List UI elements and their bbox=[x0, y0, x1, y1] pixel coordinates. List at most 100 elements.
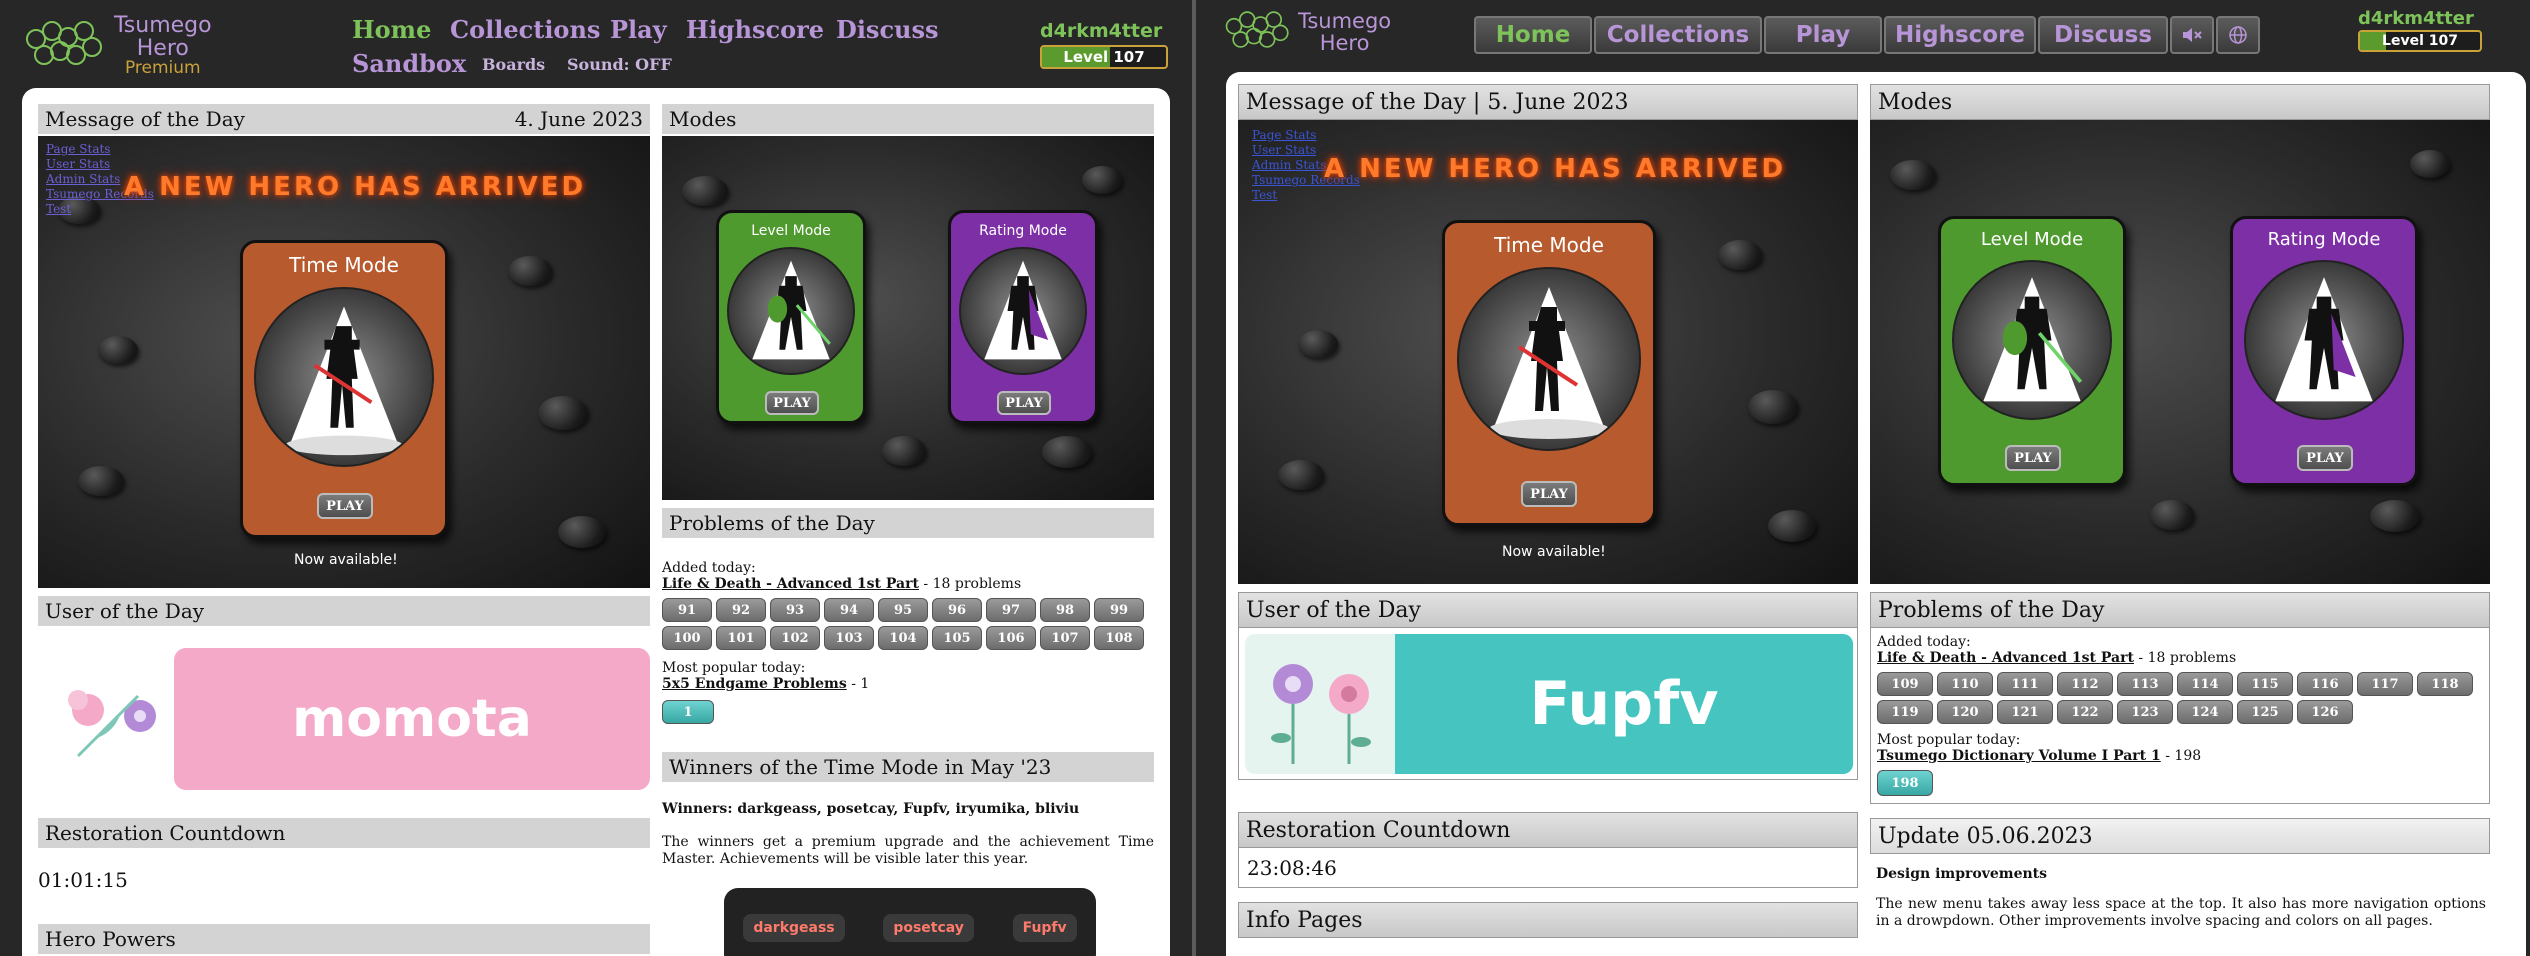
problem-button[interactable]: 125 bbox=[2237, 700, 2293, 724]
problem-button[interactable]: 122 bbox=[2057, 700, 2113, 724]
popular-collection-link[interactable]: Tsumego Dictionary Volume I Part 1 bbox=[1877, 748, 2161, 764]
winners-names: Winners: darkgeass, posetcay, Fupfv, iry… bbox=[662, 801, 1080, 817]
link-page-stats[interactable]: Page Stats bbox=[1252, 128, 1360, 143]
problem-button[interactable]: 113 bbox=[2117, 672, 2173, 696]
popular-problem-button[interactable]: 1 bbox=[662, 700, 714, 724]
username[interactable]: d4rkm4tter bbox=[2358, 8, 2474, 29]
winners-panel: Winners of the Time Mode in May '23 bbox=[662, 752, 1154, 782]
level-mode-play-button[interactable]: PLAY bbox=[2005, 445, 2061, 471]
problem-button[interactable]: 115 bbox=[2237, 672, 2293, 696]
problem-button[interactable]: 95 bbox=[878, 598, 928, 622]
rating-mode-play-button[interactable]: PLAY bbox=[2297, 445, 2353, 471]
problem-button[interactable]: 98 bbox=[1040, 598, 1090, 622]
problem-button[interactable]: 116 bbox=[2297, 672, 2353, 696]
nav-play[interactable]: Play bbox=[610, 15, 667, 44]
popular-problem-button[interactable]: 198 bbox=[1877, 770, 1933, 796]
restoration-countdown: 23:08:46 bbox=[1247, 856, 1337, 880]
user-of-day-name[interactable]: Fupfv bbox=[1395, 634, 1853, 774]
language-button[interactable] bbox=[2216, 16, 2260, 54]
problem-button[interactable]: 118 bbox=[2417, 672, 2473, 696]
problem-button[interactable]: 102 bbox=[770, 626, 820, 650]
level-mode-play-button[interactable]: PLAY bbox=[765, 391, 819, 415]
link-test[interactable]: Test bbox=[46, 202, 154, 217]
nav-collections[interactable]: Collections bbox=[450, 15, 600, 44]
problem-button[interactable]: 114 bbox=[2177, 672, 2233, 696]
rating-mode-card[interactable]: Rating Mode PLAY bbox=[948, 210, 1098, 424]
username[interactable]: d4rkm4tter bbox=[1040, 20, 1162, 42]
added-collection-link[interactable]: Life & Death - Advanced 1st Part bbox=[662, 576, 919, 592]
problem-button[interactable]: 103 bbox=[824, 626, 874, 650]
user-of-day-name[interactable]: momota bbox=[174, 648, 650, 790]
sound-toggle[interactable] bbox=[2170, 16, 2214, 54]
level-label: Level 107 bbox=[1063, 48, 1145, 66]
nav-highscore[interactable]: Highscore bbox=[686, 15, 824, 44]
problem-button[interactable]: 101 bbox=[716, 626, 766, 650]
rating-mode-play-button[interactable]: PLAY bbox=[997, 391, 1051, 415]
popular-collection-line: 5x5 Endgame Problems - 1 bbox=[662, 676, 869, 692]
update-header: Update 05.06.2023 bbox=[1870, 818, 2490, 854]
motd-caption: Now available! bbox=[294, 552, 398, 568]
nav-collections[interactable]: Collections bbox=[1594, 16, 1762, 54]
problems-title: Problems of the Day bbox=[669, 511, 875, 535]
link-page-stats[interactable]: Page Stats bbox=[46, 142, 154, 157]
time-mode-card[interactable]: Time Mode PLAY bbox=[240, 240, 448, 538]
problem-button[interactable]: 126 bbox=[2297, 700, 2353, 724]
problem-button[interactable]: 119 bbox=[1877, 700, 1933, 724]
popular-collection-link[interactable]: 5x5 Endgame Problems bbox=[662, 676, 847, 692]
rating-hero-icon bbox=[2244, 260, 2404, 420]
site-logo[interactable]: Tsumego Hero bbox=[1222, 8, 1391, 56]
problem-button[interactable]: 97 bbox=[986, 598, 1036, 622]
problem-button[interactable]: 123 bbox=[2117, 700, 2173, 724]
problem-button[interactable]: 104 bbox=[878, 626, 928, 650]
nav-highscore[interactable]: Highscore bbox=[1884, 16, 2036, 54]
problem-button[interactable]: 93 bbox=[770, 598, 820, 622]
problem-button[interactable]: 107 bbox=[1040, 626, 1090, 650]
problem-button[interactable]: 92 bbox=[716, 598, 766, 622]
link-user-stats[interactable]: User Stats bbox=[46, 157, 154, 172]
nav-discuss[interactable]: Discuss bbox=[836, 15, 939, 44]
rating-mode-card[interactable]: Rating Mode PLAY bbox=[2230, 216, 2418, 486]
problem-button[interactable]: 96 bbox=[932, 598, 982, 622]
update-text: The new menu takes away less space at th… bbox=[1876, 896, 2486, 929]
time-hero-icon bbox=[1457, 267, 1641, 451]
problem-button[interactable]: 106 bbox=[986, 626, 1036, 650]
problem-button[interactable]: 99 bbox=[1094, 598, 1144, 622]
nav-play[interactable]: Play bbox=[1764, 16, 1882, 54]
problem-button[interactable]: 111 bbox=[1997, 672, 2053, 696]
time-mode-card[interactable]: Time Mode PLAY bbox=[1442, 220, 1656, 526]
problem-button[interactable]: 112 bbox=[2057, 672, 2113, 696]
site-logo[interactable]: Tsumego Hero Premium bbox=[22, 14, 212, 78]
nav-home[interactable]: Home bbox=[1474, 16, 1592, 54]
problem-button[interactable]: 110 bbox=[1937, 672, 1993, 696]
logo-stones-icon bbox=[1225, 11, 1289, 48]
level-mode-card[interactable]: Level Mode PLAY bbox=[716, 210, 866, 424]
nav-boards[interactable]: Boards bbox=[482, 55, 545, 74]
sound-toggle[interactable]: Sound: OFF bbox=[567, 55, 672, 74]
nav-sandbox[interactable]: Sandbox bbox=[352, 49, 466, 78]
problem-button[interactable]: 121 bbox=[1997, 700, 2053, 724]
problem-button[interactable]: 120 bbox=[1937, 700, 1993, 724]
popular-content: Most popular today: 5x5 Endgame Problems… bbox=[662, 660, 869, 692]
problem-button[interactable]: 109 bbox=[1877, 672, 1933, 696]
motd-image[interactable]: Page Stats User Stats Admin Stats Tsumeg… bbox=[1238, 120, 1858, 584]
problem-button[interactable]: 91 bbox=[662, 598, 712, 622]
added-collection-link[interactable]: Life & Death - Advanced 1st Part bbox=[1877, 650, 2134, 666]
link-test[interactable]: Test bbox=[1252, 188, 1360, 203]
problem-button[interactable]: 108 bbox=[1094, 626, 1144, 650]
winners-text: The winners get a premium upgrade and th… bbox=[662, 834, 1154, 867]
time-mode-play-button[interactable]: PLAY bbox=[1521, 481, 1577, 507]
problem-button[interactable]: 94 bbox=[824, 598, 874, 622]
nav-home[interactable]: Home bbox=[352, 15, 431, 44]
level-mode-card[interactable]: Level Mode PLAY bbox=[1938, 216, 2126, 486]
problem-button[interactable]: 117 bbox=[2357, 672, 2413, 696]
problem-button[interactable]: 105 bbox=[932, 626, 982, 650]
motd-caption: Now available! bbox=[1502, 544, 1606, 560]
motd-header: Message of the Day | 5. June 2023 bbox=[1238, 84, 1858, 120]
rating-mode-title: Rating Mode bbox=[2267, 229, 2381, 250]
nav-discuss[interactable]: Discuss bbox=[2038, 16, 2168, 54]
motd-image[interactable]: Page Stats User Stats Admin Stats Tsumeg… bbox=[38, 136, 650, 588]
problem-button[interactable]: 100 bbox=[662, 626, 712, 650]
problem-button[interactable]: 124 bbox=[2177, 700, 2233, 724]
modes-panel: Modes bbox=[1870, 84, 2490, 120]
time-mode-play-button[interactable]: PLAY bbox=[317, 493, 373, 519]
